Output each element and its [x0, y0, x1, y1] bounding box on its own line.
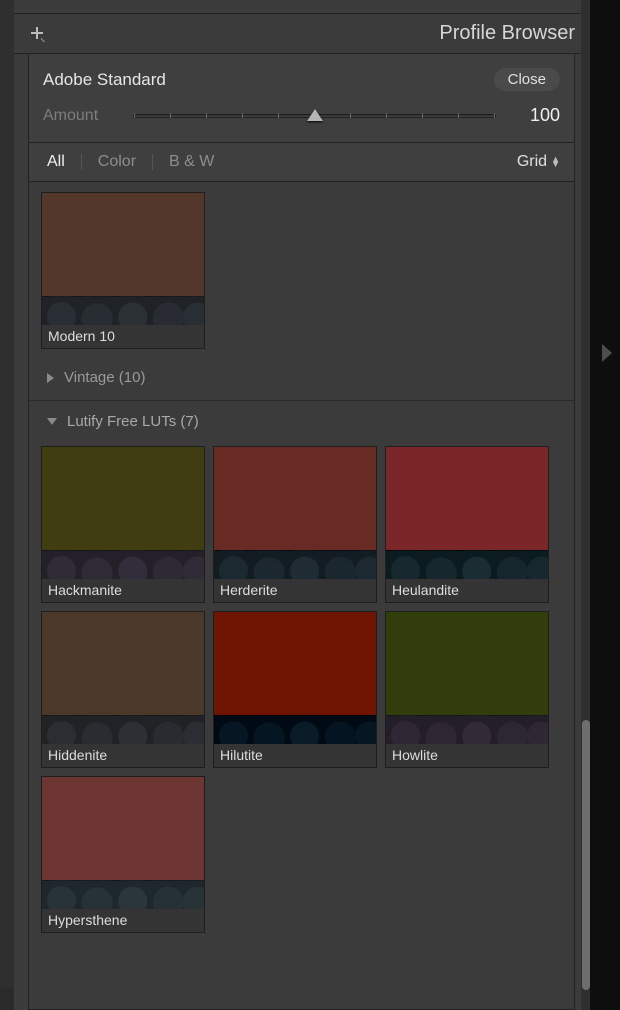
profile-thumb[interactable]: Hackmanite — [41, 446, 205, 603]
profile-thumb[interactable]: Herderite — [213, 446, 377, 603]
scrollbar-thumb[interactable] — [582, 720, 590, 990]
thumb-preview — [214, 612, 376, 744]
profile-thumb[interactable]: Howlite — [385, 611, 549, 768]
amount-label: Amount — [43, 107, 133, 125]
current-profile-name: Adobe Standard — [43, 70, 494, 90]
thumb-label: Hypersthene — [42, 909, 204, 932]
thumb-preview — [42, 612, 204, 744]
thumb-preview — [214, 447, 376, 579]
separator — [81, 154, 82, 170]
profile-header: Adobe Standard Close Amount 100 — [28, 54, 575, 182]
view-mode-button[interactable]: Grid ▲▼ — [517, 153, 560, 171]
lutify-grid: Hackmanite Herderite Heulandite Hiddenite Hi… — [29, 436, 574, 941]
slider-track — [133, 114, 496, 118]
title-row: Profile Browser — [14, 14, 589, 54]
top-divider — [14, 0, 589, 14]
view-mode-label: Grid — [517, 153, 547, 171]
updown-icon: ▲▼ — [551, 157, 560, 167]
profile-thumb[interactable]: Hiddenite — [41, 611, 205, 768]
panel-body: Profile Browser Adobe Standard Close Amo… — [14, 0, 589, 1010]
profile-thumb[interactable]: Hilutite — [213, 611, 377, 768]
group-lutify[interactable]: Lutify Free LUTs (7) — [29, 401, 574, 436]
thumb-label: Herderite — [214, 579, 376, 602]
right-strip — [590, 0, 620, 1010]
add-profile-icon[interactable] — [28, 25, 46, 43]
amount-value: 100 — [516, 105, 560, 126]
slider-handle[interactable] — [307, 109, 323, 121]
chevron-down-icon — [47, 418, 57, 425]
thumb-label: Hilutite — [214, 744, 376, 767]
thumb-preview — [42, 193, 204, 325]
header-row-2: Amount 100 — [29, 97, 574, 142]
profile-thumb[interactable]: Heulandite — [385, 446, 549, 603]
profiles-scroll-area[interactable]: Modern 10 Vintage (10) Lutify Free LUTs … — [28, 182, 575, 1010]
expand-panel-icon[interactable] — [602, 344, 612, 362]
filter-bw[interactable]: B & W — [165, 153, 218, 171]
amount-slider[interactable] — [133, 114, 496, 118]
thumb-preview — [42, 447, 204, 579]
filter-row: All Color B & W Grid ▲▼ — [29, 142, 574, 181]
group-label: Vintage (10) — [64, 369, 145, 386]
thumb-label: Hackmanite — [42, 579, 204, 602]
group-vintage[interactable]: Vintage (10) — [29, 357, 574, 392]
thumb-label: Modern 10 — [42, 325, 204, 348]
panel-title: Profile Browser — [439, 22, 575, 45]
separator — [152, 154, 153, 170]
filter-all[interactable]: All — [43, 153, 69, 171]
thumb-label: Heulandite — [386, 579, 548, 602]
bottom-edge — [0, 988, 14, 1010]
header-row-1: Adobe Standard Close — [29, 54, 574, 97]
thumb-preview — [386, 447, 548, 579]
thumb-preview — [42, 777, 204, 909]
left-gutter — [0, 0, 14, 1010]
profile-thumb[interactable]: Hypersthene — [41, 776, 205, 933]
thumb-label: Howlite — [386, 744, 548, 767]
thumb-label: Hiddenite — [42, 744, 204, 767]
filter-color[interactable]: Color — [94, 153, 140, 171]
thumb-preview — [386, 612, 548, 744]
close-button[interactable]: Close — [494, 68, 560, 91]
chevron-right-icon — [47, 373, 54, 383]
profile-thumb[interactable]: Modern 10 — [41, 192, 205, 349]
group-label: Lutify Free LUTs (7) — [67, 413, 199, 430]
stray-grid: Modern 10 — [29, 182, 574, 357]
profile-browser-panel: Profile Browser Adobe Standard Close Amo… — [0, 0, 590, 1010]
